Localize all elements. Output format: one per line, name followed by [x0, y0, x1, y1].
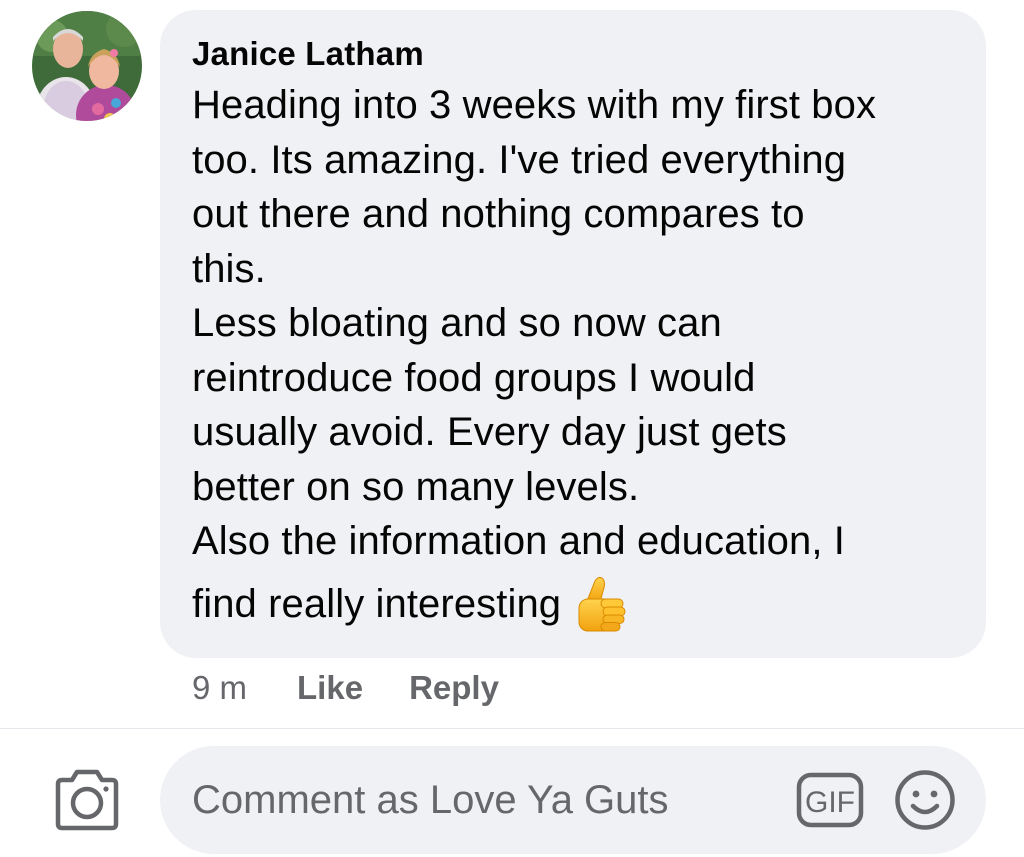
like-button[interactable]: Like	[297, 669, 363, 707]
gif-icon[interactable]: GIF	[796, 772, 864, 828]
thumbs-up-emoji-icon	[573, 575, 629, 633]
comment-bubble: Janice Latham Heading into 3 weeks with …	[160, 10, 986, 658]
comment-timestamp[interactable]: 9 m	[192, 669, 247, 707]
emoji-smiley-icon[interactable]	[894, 769, 956, 831]
author-name[interactable]: Janice Latham	[192, 32, 958, 76]
comment-text-last-line: find really interesting	[192, 569, 958, 639]
comment-composer: GIF	[160, 746, 986, 854]
comment-actions: 9 m Like Reply	[192, 668, 499, 708]
camera-icon[interactable]	[52, 768, 122, 832]
gif-label: GIF	[805, 786, 855, 819]
composer-divider	[0, 728, 1024, 729]
reply-button[interactable]: Reply	[409, 669, 499, 707]
comment-text: Heading into 3 weeks with my first box t…	[192, 83, 877, 563]
author-avatar[interactable]	[32, 11, 142, 121]
comment-input[interactable]	[192, 777, 796, 823]
comment-text-tail: find really interesting	[192, 581, 562, 626]
comment-screen: Janice Latham Heading into 3 weeks with …	[0, 0, 1024, 857]
